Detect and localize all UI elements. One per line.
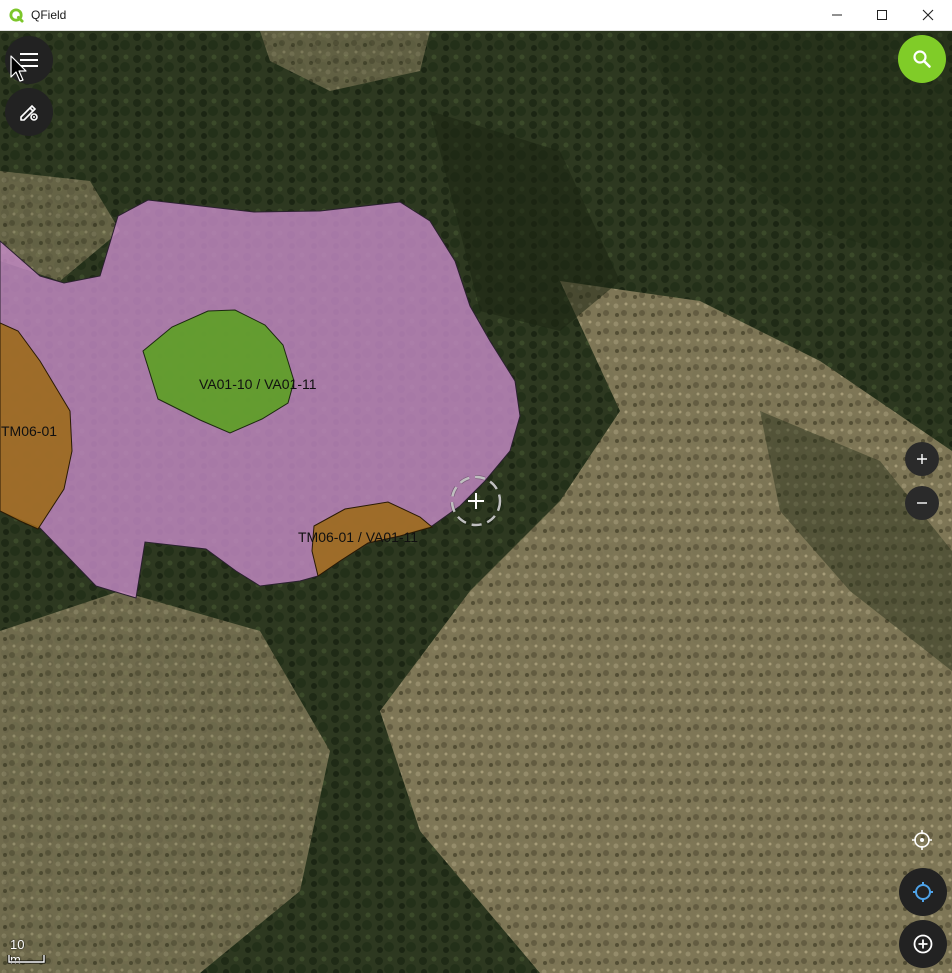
feature-label: TM06-01: [1, 423, 58, 439]
minus-icon: [917, 502, 927, 504]
search-icon: [913, 50, 931, 68]
location-icon: [913, 882, 933, 902]
digitize-mode-button[interactable]: [5, 88, 53, 136]
qfield-logo-icon: [9, 8, 24, 23]
gnss-crosshair-button[interactable]: [909, 827, 935, 853]
crosshair-icon: [912, 830, 932, 850]
feature-label: VA01-10 / VA01-11: [199, 376, 317, 392]
add-circle-icon: [913, 934, 933, 954]
map-canvas[interactable]: VA01-10 / VA01-11 TM06-01 TM06-01 / VA01…: [0, 31, 952, 973]
window-titlebar: QField: [0, 0, 952, 31]
maximize-button[interactable]: [859, 0, 905, 30]
pencil-gear-icon: [20, 104, 38, 121]
plus-icon: [917, 454, 927, 464]
close-icon: [922, 9, 934, 21]
scale-bar-ruler: [7, 955, 46, 964]
maximize-icon: [877, 10, 887, 20]
window-title: QField: [31, 8, 67, 22]
search-button[interactable]: [898, 35, 946, 83]
aerial-imagery: [0, 31, 952, 973]
locate-button[interactable]: [899, 868, 947, 916]
mouse-cursor-icon: [10, 55, 27, 82]
close-button[interactable]: [905, 0, 951, 30]
minimize-icon: [832, 14, 842, 16]
add-feature-button[interactable]: [899, 920, 947, 968]
zoom-in-button[interactable]: [905, 442, 939, 476]
feature-label: TM06-01 / VA01-11: [298, 529, 419, 545]
zoom-out-button[interactable]: [905, 486, 939, 520]
minimize-button[interactable]: [814, 0, 860, 30]
